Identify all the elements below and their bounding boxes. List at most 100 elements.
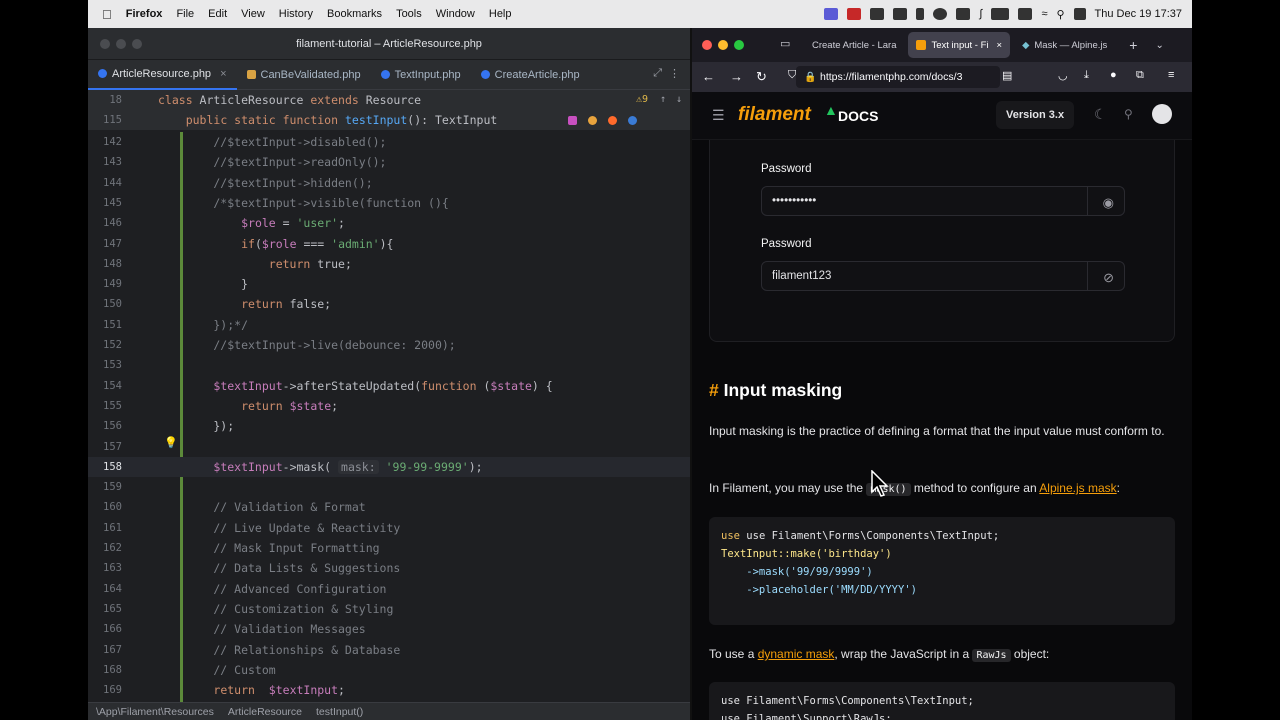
battery-icon[interactable] (991, 8, 1010, 20)
code-line[interactable]: 144 //$textInput->hidden(); (88, 173, 690, 193)
code-line[interactable]: 147 if($role === 'admin'){ (88, 234, 690, 254)
list-all-tabs-icon[interactable]: ⌄ (1155, 40, 1163, 51)
alpine-mask-link[interactable]: Alpine.js mask (1039, 481, 1116, 495)
code-line[interactable]: 165 // Customization & Styling (88, 599, 690, 619)
prev-highlight-icon[interactable]: ↑ (660, 90, 666, 110)
eye-slash-icon[interactable]: ⊘ (1103, 270, 1114, 286)
tab-can-be-validated[interactable]: CanBeValidated.php (237, 60, 371, 90)
code-line[interactable]: 143 //$textInput->readOnly(); (88, 152, 690, 172)
anchor-hash-icon[interactable]: # (709, 380, 719, 400)
code-line[interactable]: 150 return false; (88, 294, 690, 314)
menu-view[interactable]: View (241, 8, 265, 20)
zoom-window-button[interactable] (132, 39, 142, 49)
code-line[interactable]: 163 // Data Lists & Suggestions (88, 558, 690, 578)
breadcrumb-class[interactable]: ArticleResource (228, 706, 302, 718)
bluetooth-icon[interactable]: ∫ (979, 8, 982, 20)
menu-app-name[interactable]: Firefox (126, 8, 163, 20)
code-line[interactable]: 153 (88, 355, 690, 375)
eye-icon[interactable]: ◉ (1103, 195, 1114, 211)
close-tab-icon[interactable]: × (220, 68, 226, 80)
sticky-line[interactable]: 115 public static function testInput(): … (88, 110, 690, 130)
code-line[interactable]: 154 $textInput->afterStateUpdated(functi… (88, 376, 690, 396)
code-line[interactable]: 145 /*$textInput->visible(function (){ (88, 193, 690, 213)
forward-button[interactable]: → (730, 69, 743, 84)
new-tab-button[interactable]: + (1129, 37, 1137, 53)
code-line[interactable]: 158 $textInput->mask( mask: '99-99-9999'… (88, 456, 690, 477)
code-line[interactable]: 142 //$textInput->disabled(); (88, 132, 690, 152)
code-block-rawjs[interactable]: use Filament\Forms\Components\TextInput;… (709, 682, 1175, 720)
menu-help[interactable]: Help (489, 8, 512, 20)
sticky-line[interactable]: 18 class ArticleResource extends Resourc… (88, 90, 690, 110)
cloud-icon[interactable] (870, 8, 885, 20)
code-line[interactable]: 155 return $state; (88, 396, 690, 416)
code-block-example[interactable]: use use Filament\Forms\Components\TextIn… (709, 517, 1175, 625)
tab-create-article[interactable]: CreateArticle.php (471, 60, 590, 90)
code-line[interactable]: 152 //$textInput->live(debounce: 2000); (88, 335, 690, 355)
safari-icon[interactable] (628, 116, 637, 125)
arrow-circle-icon[interactable] (933, 8, 948, 20)
code-line[interactable]: 146 $role = 'user'; (88, 213, 690, 233)
more-options-icon[interactable]: ⋮ (669, 67, 680, 80)
code-line[interactable]: 156 }); (88, 416, 690, 436)
extensions-icon[interactable]: ⧉ (1136, 69, 1144, 82)
browser-tab-alpine-mask[interactable]: ◆ Mask — Alpine.js (1014, 32, 1115, 58)
chrome-icon[interactable] (588, 116, 597, 125)
minimize-window-button[interactable] (718, 40, 728, 50)
code-line[interactable]: 148 return true; (88, 254, 690, 274)
filament-logo[interactable]: filament (738, 104, 811, 126)
code-line[interactable]: 162 // Mask Input Formatting (88, 538, 690, 558)
clipboard-icon[interactable] (893, 8, 908, 20)
code-line[interactable]: 149 } (88, 274, 690, 294)
reload-button[interactable]: ↻ (756, 69, 767, 85)
menu-edit[interactable]: Edit (208, 8, 227, 20)
clock[interactable]: Thu Dec 19 17:37 (1095, 8, 1182, 20)
intention-bulb-icon[interactable]: 💡 (164, 436, 178, 449)
github-icon[interactable] (1152, 104, 1172, 124)
phpstorm-icon[interactable] (568, 116, 577, 125)
downloads-icon[interactable]: ⤓ (1084, 69, 1089, 82)
hamburger-icon[interactable]: ☰ (712, 107, 725, 124)
code-line[interactable]: 151 });*/ (88, 315, 690, 335)
next-highlight-icon[interactable]: ↓ (676, 90, 682, 110)
menu-bookmarks[interactable]: Bookmarks (327, 8, 382, 20)
tab-text-input[interactable]: TextInput.php (371, 60, 471, 90)
reader-view-icon[interactable]: ▤ (1002, 69, 1012, 82)
code-line[interactable]: 167 // Relationships & Database (88, 640, 690, 660)
minimize-window-button[interactable] (116, 39, 126, 49)
audio-icon[interactable] (916, 8, 925, 20)
code-line[interactable]: 160 // Validation & Format (88, 497, 690, 517)
browser-tab-create-article[interactable]: Create Article - Lara (804, 32, 904, 58)
breadcrumb-method[interactable]: testInput() (316, 706, 363, 718)
browser-tab-text-input[interactable]: Text input - Fi × (908, 32, 1011, 58)
wifi-icon[interactable]: ≈ (1041, 8, 1047, 20)
code-line[interactable]: 159 (88, 477, 690, 497)
search-icon[interactable]: ⚲ (1124, 107, 1133, 121)
s-icon[interactable] (956, 8, 971, 20)
dynamic-mask-link[interactable]: dynamic mask (758, 647, 835, 661)
password-field-revealed[interactable]: filament123 ⊘ (761, 261, 1125, 291)
menu-window[interactable]: Window (436, 8, 475, 20)
breadcrumb-namespace[interactable]: \App\Filament\Resources (96, 706, 214, 718)
expand-icon[interactable]: ⤢ (653, 67, 662, 80)
code-line[interactable]: 169 return $textInput; (88, 680, 690, 700)
screen-recorder-icon[interactable] (824, 8, 839, 20)
close-tab-icon[interactable]: × (997, 40, 1003, 51)
code-line[interactable]: 157 (88, 437, 690, 457)
search-icon[interactable]: ⚲ (1056, 8, 1064, 21)
account-icon[interactable]: ● (1110, 69, 1117, 81)
firefox-icon[interactable] (608, 116, 617, 125)
close-window-button[interactable] (100, 39, 110, 49)
keyboard-a-icon[interactable] (1018, 8, 1033, 20)
tracking-protection-icon[interactable]: ⛉ (788, 69, 796, 82)
tab-article-resource[interactable]: ArticleResource.php × (88, 60, 237, 90)
code-line[interactable]: 166 // Validation Messages (88, 619, 690, 639)
menu-file[interactable]: File (176, 8, 194, 20)
tab-overview-icon[interactable]: ▭ (780, 37, 790, 50)
code-line[interactable]: 164 // Advanced Configuration (88, 579, 690, 599)
close-window-button[interactable] (702, 40, 712, 50)
zoom-window-button[interactable] (734, 40, 744, 50)
password-field-masked[interactable]: ••••••••••• ◉ (761, 186, 1125, 216)
pocket-icon[interactable]: ◡ (1058, 69, 1068, 82)
warning-icon[interactable]: ⚠9 (636, 90, 648, 110)
menu-history[interactable]: History (279, 8, 313, 20)
